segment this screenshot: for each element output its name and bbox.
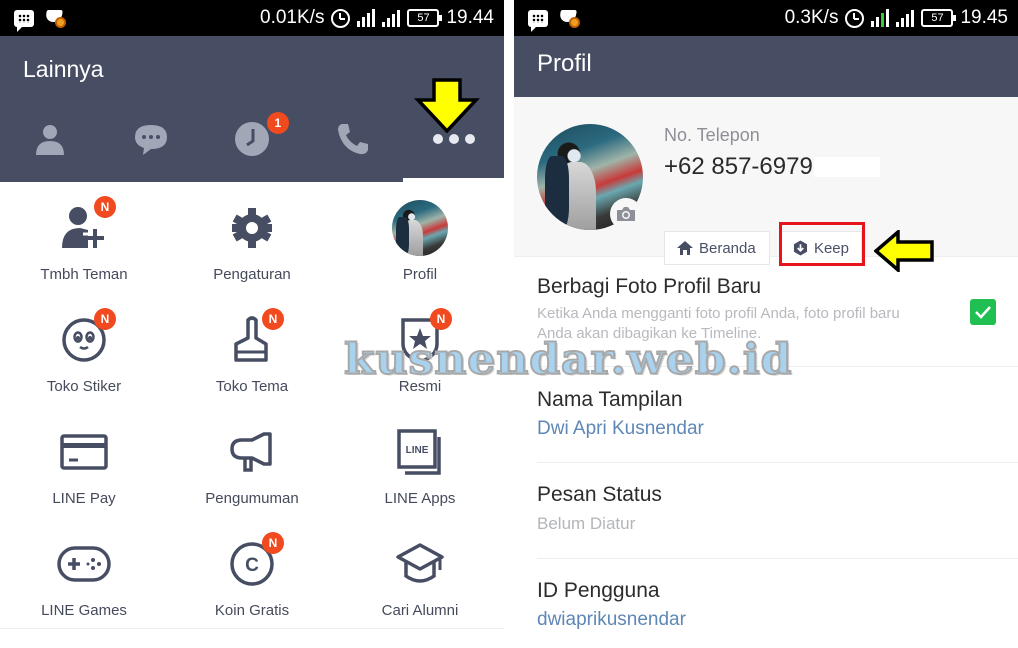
tab-chats[interactable]: 1 — [101, 102, 289, 182]
menu-item-free-coins[interactable]: C N Koin Gratis — [168, 518, 336, 630]
tab-friends[interactable] — [0, 102, 101, 182]
home-icon — [677, 241, 693, 255]
menu-item-find-alumni[interactable]: Cari Alumni — [336, 518, 504, 630]
status-bar: 0.01K/s 57 19.44 — [0, 0, 504, 36]
menu-item-add-friend[interactable]: N Tmbh Teman — [0, 182, 168, 294]
notification-app-icon — [45, 8, 66, 28]
profile-avatar — [392, 200, 448, 256]
bbm-icon — [14, 9, 34, 32]
setting-user-id[interactable]: ID Pengguna dwiaprikusnendar — [537, 559, 1018, 648]
phone-redaction — [814, 157, 880, 177]
app-header: Profil — [514, 36, 1018, 97]
new-badge: N — [262, 308, 284, 330]
setting-title: Pesan Status — [537, 483, 662, 506]
notification-app-icon — [559, 8, 580, 28]
menu-item-line-games[interactable]: LINE Games — [0, 518, 168, 630]
graduation-cap-icon — [396, 543, 444, 583]
signal-icon — [871, 9, 890, 27]
camera-icon — [617, 207, 635, 221]
new-badge: N — [94, 196, 116, 218]
phone-icon — [337, 124, 368, 155]
clock-time: 19.45 — [960, 7, 1008, 28]
menu-item-line-apps[interactable]: LINE LINE Apps — [336, 406, 504, 518]
signal-icon-2 — [382, 9, 401, 27]
setting-title: ID Pengguna — [537, 579, 660, 602]
phone-number: +62 857-6979 — [664, 153, 813, 180]
divider — [0, 628, 504, 629]
left-screen-lainnya: 0.01K/s 57 19.44 Lainnya 1 N Tmbh Teman … — [0, 0, 504, 648]
battery-icon: 57 — [921, 9, 957, 27]
line-apps-icon: LINE — [397, 429, 441, 475]
menu-item-sticker-shop[interactable]: N Toko Stiker — [0, 294, 168, 406]
menu-item-label: Tmbh Teman — [40, 266, 128, 283]
setting-status-message[interactable]: Pesan Status Belum Diatur — [537, 463, 1018, 559]
menu-item-label: Pengaturan — [213, 266, 291, 283]
bbm-icon — [528, 9, 548, 32]
megaphone-icon — [230, 432, 272, 472]
coin-icon-text: C — [245, 555, 259, 576]
home-button-label: Beranda — [699, 239, 756, 257]
share-photo-checkbox[interactable] — [970, 299, 996, 325]
more-menu-grid: N Tmbh Teman Pengaturan Profil N Toko St… — [0, 182, 504, 630]
battery-icon: 57 — [407, 9, 443, 27]
menu-item-settings[interactable]: Pengaturan — [168, 182, 336, 294]
new-badge: N — [94, 308, 116, 330]
new-badge: N — [430, 308, 452, 330]
display-name-value: Dwi Apri Kusnendar — [537, 418, 704, 439]
checkmark-icon — [975, 306, 991, 319]
setting-title: Nama Tampilan — [537, 388, 683, 411]
menu-item-announcements[interactable]: Pengumuman — [168, 406, 336, 518]
gear-icon — [232, 208, 272, 248]
tab-timeline[interactable] — [202, 102, 303, 182]
phone-label: No. Telepon — [664, 125, 760, 145]
line-apps-icon-text: LINE — [406, 445, 429, 456]
menu-item-label: Toko Tema — [215, 378, 289, 395]
menu-item-label: Profil — [402, 266, 438, 283]
new-badge: N — [262, 532, 284, 554]
network-speed: 0.01K/s — [260, 7, 325, 28]
right-screen-profil: 0.3K/s 57 19.45 Profil No. Telepon +62 8… — [514, 0, 1018, 648]
alarm-icon — [845, 8, 865, 28]
tab-calls[interactable] — [302, 102, 403, 182]
menu-item-label: Toko Stiker — [46, 378, 122, 395]
alarm-icon — [331, 8, 351, 28]
annotation-arrow-down-icon — [414, 78, 480, 134]
signal-icon — [357, 9, 376, 27]
menu-item-profile[interactable]: Profil — [336, 182, 504, 294]
chat-bubble-icon — [135, 125, 168, 155]
network-speed: 0.3K/s — [784, 7, 839, 28]
menu-item-label: Koin Gratis — [214, 602, 290, 619]
gamepad-icon — [57, 546, 111, 582]
page-title: Profil — [537, 50, 592, 77]
status-message-value: Belum Diatur — [537, 514, 636, 533]
menu-item-label: LINE Pay — [52, 490, 116, 507]
menu-item-label: Cari Alumni — [381, 602, 459, 619]
more-dots-icon — [432, 134, 475, 144]
profile-header: No. Telepon +62 857-6979 Beranda Keep — [514, 97, 1018, 272]
page-title: Lainnya — [23, 56, 104, 82]
menu-item-theme-shop[interactable]: N Toko Tema — [168, 294, 336, 406]
person-icon — [36, 125, 65, 155]
clock-time: 19.44 — [446, 7, 494, 28]
watermark: kusnendar.web.id — [343, 334, 793, 384]
menu-item-label: LINE Games — [41, 602, 127, 619]
credit-card-icon — [60, 434, 108, 470]
setting-title: Berbagi Foto Profil Baru — [537, 275, 762, 298]
change-photo-button[interactable] — [610, 198, 642, 230]
menu-item-line-pay[interactable]: LINE Pay — [0, 406, 168, 518]
user-id-value: dwiaprikusnendar — [537, 609, 686, 630]
menu-item-label: Pengumuman — [205, 490, 299, 507]
menu-item-label: LINE Apps — [384, 490, 456, 507]
status-bar: 0.3K/s 57 19.45 — [514, 0, 1018, 36]
clock-icon — [234, 122, 269, 156]
signal-icon-2 — [896, 9, 915, 27]
